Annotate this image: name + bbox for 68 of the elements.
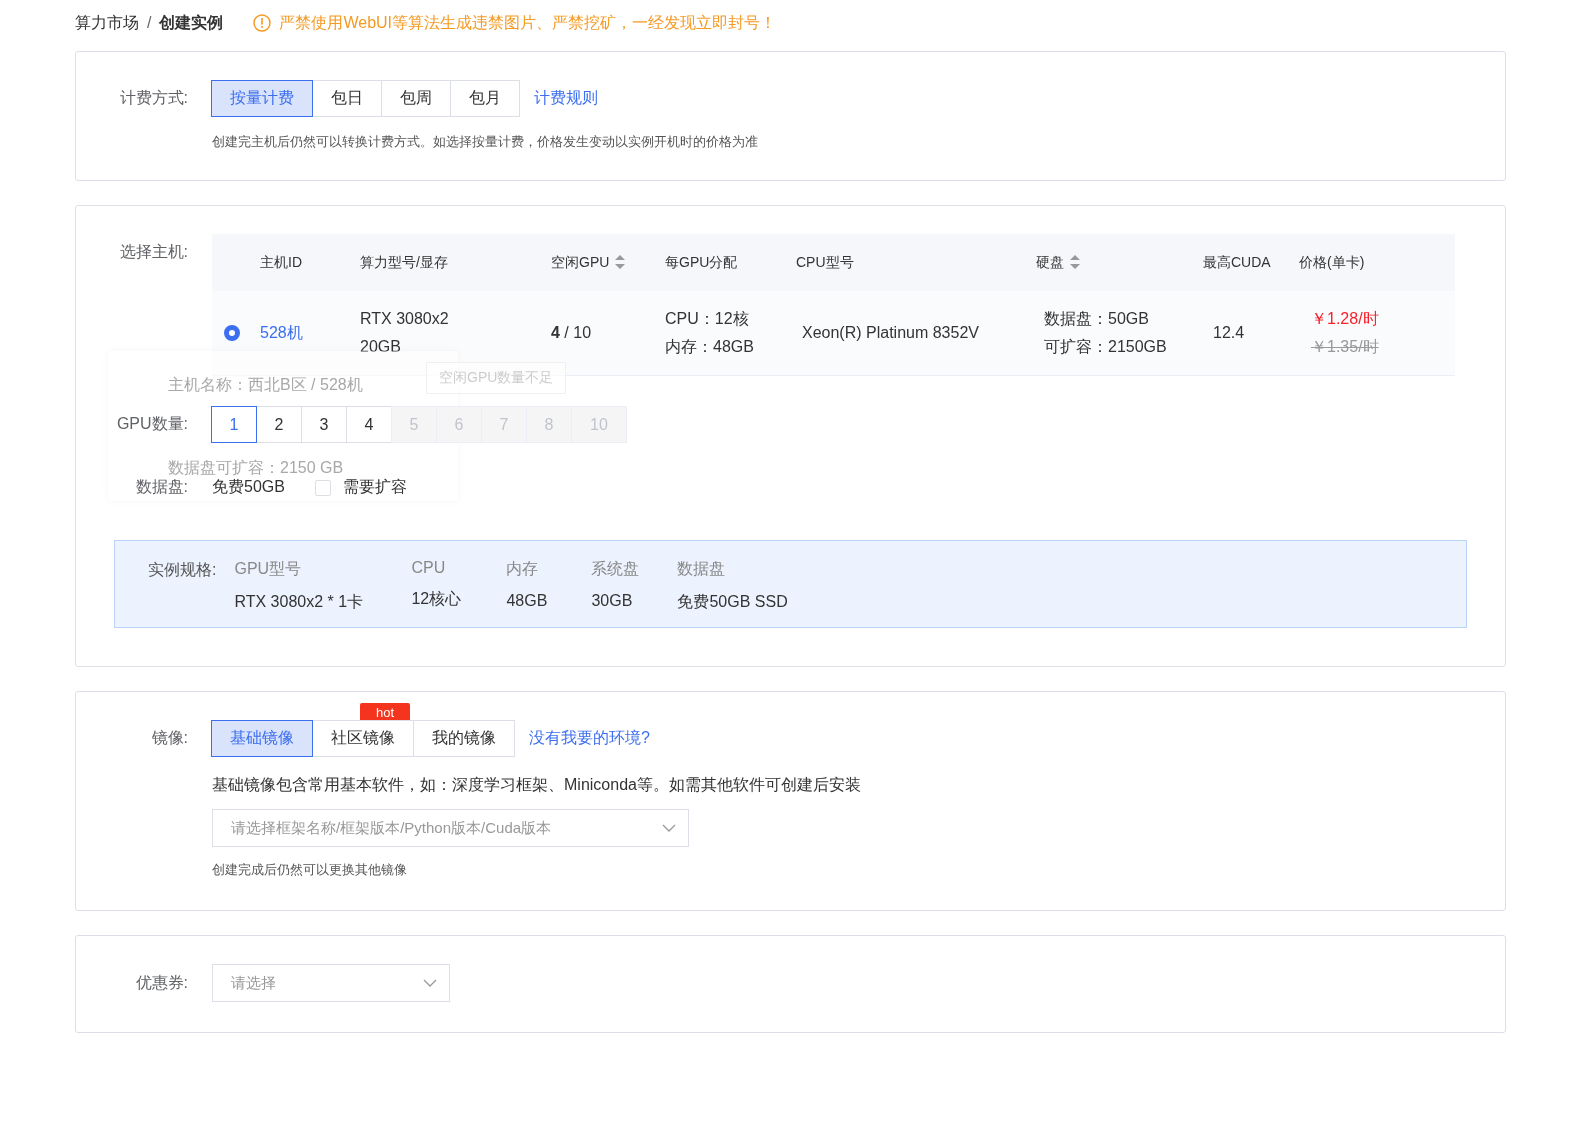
column-header: 主机ID <box>212 234 360 291</box>
image-tab[interactable]: 基础镜像 <box>211 720 313 757</box>
spec-value: 48GB <box>506 592 549 610</box>
image-select[interactable]: 请选择框架名称/框架版本/Python版本/Cuda版本 <box>212 809 689 847</box>
spec-value: 30GB <box>591 592 634 610</box>
field-label: 数据盘: <box>134 477 189 497</box>
host-id-link[interactable]: 528机 <box>260 323 303 341</box>
column-header[interactable]: 硬盘 <box>1036 234 1203 291</box>
popup-text: 主机名称：西北B区 / 528机 <box>168 375 363 395</box>
disk-expandable: 可扩容：2150GB <box>1044 337 1168 357</box>
column-header: 算力型号/显存 <box>360 234 551 291</box>
disk-value: 免费50GB <box>212 477 285 497</box>
radio-button[interactable] <box>224 325 240 342</box>
column-header[interactable]: 空闲GPU <box>551 234 665 291</box>
spec-value: 免费50GB SSD <box>677 592 788 612</box>
cpu-model: Xeon(R) Platinum 8352V <box>802 324 979 341</box>
spec-name: 内存 <box>506 559 540 579</box>
field-label: 优惠券: <box>134 972 189 993</box>
data-disk-size: 数据盘：50GB <box>1044 309 1150 329</box>
field-label: GPU数量: <box>115 414 189 434</box>
spec-name: 数据盘 <box>677 559 727 579</box>
billing-tab[interactable]: 按量计费 <box>211 80 313 117</box>
image-tab[interactable]: 我的镜像 <box>413 720 515 757</box>
field-label: 实例规格: <box>148 560 217 580</box>
price: ￥1.28/时 <box>1311 309 1380 329</box>
hint-text: 创建完成后仍然可以更换其他镜像 <box>212 861 408 879</box>
spec-value: 12核心 <box>411 589 463 609</box>
warning-text: 严禁使用WebUI等算法生成违禁图片、严禁挖矿，一经发现立即封号！ <box>279 12 777 33</box>
gpu-count-option[interactable]: 1 <box>211 406 257 443</box>
gpu-model: RTX 3080x2 <box>360 309 450 329</box>
caret-icon <box>423 979 437 987</box>
billing-tab[interactable]: 包日 <box>312 80 382 117</box>
gpu-count-option[interactable]: 4 <box>346 406 392 443</box>
spec-name: 系统盘 <box>591 559 641 579</box>
field-label: 计费方式: <box>118 88 189 108</box>
gpu-count-option[interactable]: 3 <box>301 406 347 443</box>
gpu-count-option[interactable]: 2 <box>256 406 302 443</box>
popup-text: 数据盘可扩容：2150 GB <box>168 458 344 478</box>
field-label: 选择主机: <box>118 242 189 262</box>
warning-icon <box>253 14 272 32</box>
image-tab[interactable]: 社区镜像 <box>312 720 414 757</box>
field-label: 镜像: <box>150 728 189 748</box>
billing-tab[interactable]: 包周 <box>381 80 451 117</box>
free-gpu-count: 4 / 10 <box>551 324 592 341</box>
cpu-allocation: CPU：12核 <box>665 309 750 329</box>
billing-rules-link[interactable]: 计费规则 <box>534 88 598 109</box>
spec-value: RTX 3080x2 * 1卡 <box>234 592 365 612</box>
checkbox[interactable] <box>314 479 331 496</box>
original-price: ￥1.35/时 <box>1311 337 1380 357</box>
column-header: 价格(单卡) <box>1299 234 1455 291</box>
checkbox-label[interactable]: 需要扩容 <box>342 477 407 498</box>
breadcrumb-item[interactable]: 算力市场 <box>75 12 139 34</box>
memory-allocation: 内存：48GB <box>665 337 755 357</box>
gpu-memory: 20GB <box>360 337 402 357</box>
hint-text: 创建完主机后仍然可以转换计费方式。如选择按量计费，价格发生变动以实例开机时的价格为准 <box>212 133 759 151</box>
billing-tab[interactable]: 包月 <box>450 80 520 117</box>
cuda-version: 12.4 <box>1213 324 1245 341</box>
breadcrumb-separator: / <box>147 14 152 32</box>
missing-environment-link[interactable]: 没有我要的环境? <box>529 728 650 749</box>
column-header: 最高CUDA <box>1203 234 1299 291</box>
column-header: CPU型号 <box>796 234 1036 291</box>
coupon-select[interactable]: 请选择 <box>212 964 450 1002</box>
description-text: 基础镜像包含常用基本软件，如：深度学习框架、Miniconda等。如需其他软件可创建后安装 <box>212 775 862 795</box>
spec-name: GPU型号 <box>234 559 303 579</box>
caret-icon <box>662 824 676 832</box>
spec-name: CPU <box>411 559 447 577</box>
breadcrumb-item: 创建实例 <box>159 12 224 33</box>
column-header: 每GPU分配 <box>665 234 796 291</box>
